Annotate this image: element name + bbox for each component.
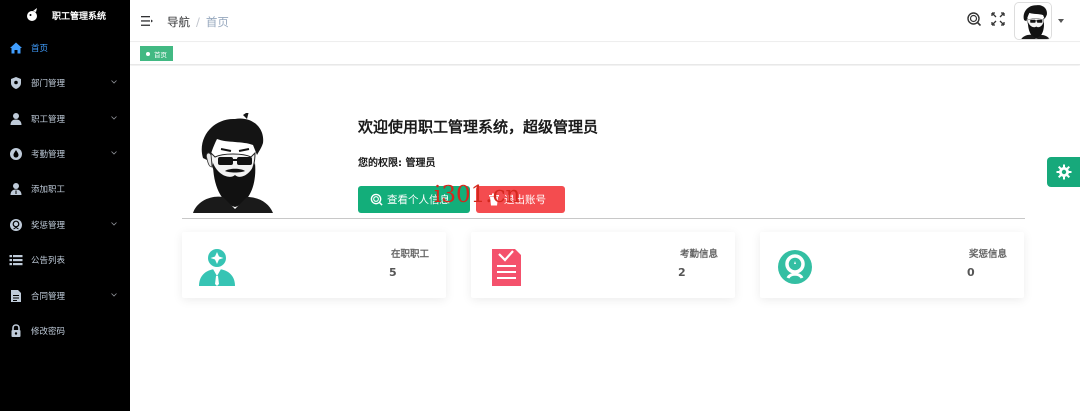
divider bbox=[182, 218, 1025, 219]
search-icon bbox=[370, 193, 383, 206]
stat-card-employees[interactable]: 在职职工 5 bbox=[182, 232, 446, 298]
stat-card-value: 2 bbox=[678, 266, 686, 279]
breadcrumb-root[interactable]: 导航 bbox=[167, 15, 190, 29]
profile-avatar bbox=[183, 113, 275, 213]
sidebar-item-label: 奖惩管理 bbox=[31, 221, 66, 231]
stat-card-value: 5 bbox=[389, 266, 397, 279]
brand[interactable]: 职工管理系统 bbox=[0, 0, 130, 30]
attendance-doc-icon bbox=[492, 249, 521, 286]
stat-card-label: 奖惩信息 bbox=[968, 249, 1007, 260]
list-icon bbox=[9, 255, 23, 266]
gear-icon bbox=[1056, 164, 1071, 180]
brand-title: 职工管理系统 bbox=[52, 11, 107, 22]
tags-bar: 首页 bbox=[130, 43, 1080, 65]
stat-card-rewards[interactable]: 奖惩信息 0 bbox=[760, 232, 1024, 298]
sidebar-item-label: 职工管理 bbox=[31, 115, 66, 125]
employee-icon bbox=[199, 249, 235, 286]
sidebar-item-reward[interactable]: 奖惩管理 bbox=[0, 208, 130, 242]
breadcrumb: 导航 / 首页 bbox=[167, 14, 229, 30]
sidebar-item-announcements[interactable]: 公告列表 bbox=[0, 243, 130, 277]
breadcrumb-current: 首页 bbox=[205, 15, 229, 29]
tag-dot-icon bbox=[146, 51, 150, 56]
lock-icon bbox=[11, 324, 21, 337]
main-content: 欢迎使用职工管理系统，超级管理员 您的权限: 管理员 查看个人信息 退出账号 i… bbox=[130, 66, 1080, 411]
sidebar-item-label: 首页 bbox=[31, 44, 49, 54]
settings-button[interactable] bbox=[1047, 157, 1080, 187]
chevron-down-icon bbox=[111, 116, 117, 120]
sidebar-item-label: 考勤管理 bbox=[31, 150, 66, 160]
avatar-image bbox=[1016, 3, 1051, 39]
sidebar-item-contract[interactable]: 合同管理 bbox=[0, 279, 130, 313]
avatar[interactable] bbox=[1014, 2, 1052, 40]
sidebar-item-attendance[interactable]: 考勤管理 bbox=[0, 137, 130, 171]
sidebar-item-add-employee[interactable]: 添加职工 bbox=[0, 172, 130, 206]
home-icon bbox=[10, 42, 22, 54]
stat-card-value: 0 bbox=[967, 266, 975, 279]
permission-label: 您的权限: 管理员 bbox=[358, 158, 436, 169]
sidebar-item-label: 修改密码 bbox=[31, 327, 66, 337]
shield-icon bbox=[11, 77, 21, 89]
search-icon[interactable] bbox=[967, 12, 981, 26]
chevron-down-icon bbox=[111, 293, 117, 297]
stat-card-label: 考勤信息 bbox=[679, 249, 718, 260]
stat-card-attendance[interactable]: 考勤信息 2 bbox=[471, 232, 735, 298]
fullscreen-icon[interactable] bbox=[991, 12, 1005, 26]
header: 导航 / 首页 bbox=[130, 0, 1080, 42]
chevron-down-icon bbox=[111, 222, 117, 226]
tag-label: 首页 bbox=[154, 50, 167, 59]
welcome-title: 欢迎使用职工管理系统，超级管理员 bbox=[358, 118, 599, 136]
hamburger-icon[interactable] bbox=[141, 15, 153, 27]
logo-icon bbox=[27, 8, 37, 21]
document-icon bbox=[11, 290, 21, 302]
chevron-down-icon bbox=[111, 151, 117, 155]
tag-home[interactable]: 首页 bbox=[140, 46, 173, 61]
sidebar-item-change-password[interactable]: 修改密码 bbox=[0, 314, 130, 348]
award-icon bbox=[10, 219, 22, 231]
sidebar-item-department[interactable]: 部门管理 bbox=[0, 66, 130, 100]
drop-icon bbox=[10, 148, 22, 160]
sidebar-item-home[interactable]: 首页 bbox=[0, 31, 130, 65]
stat-card-label: 在职职工 bbox=[390, 249, 429, 260]
sidebar-item-label: 合同管理 bbox=[31, 292, 66, 302]
caret-down-icon[interactable] bbox=[1058, 19, 1064, 23]
sidebar-item-label: 部门管理 bbox=[31, 79, 66, 89]
watermark: i301.cn bbox=[434, 182, 521, 208]
chevron-down-icon bbox=[111, 80, 117, 84]
sidebar-item-label: 公告列表 bbox=[31, 256, 66, 266]
breadcrumb-separator: / bbox=[196, 15, 200, 29]
reward-icon bbox=[778, 250, 812, 284]
user-icon bbox=[10, 113, 22, 125]
user-add-icon bbox=[10, 183, 22, 195]
sidebar-item-employee[interactable]: 职工管理 bbox=[0, 102, 130, 136]
sidebar: 职工管理系统 首页 部门管理 职工管理 考勤管理 添加职工 奖惩管理 公告列表 … bbox=[0, 0, 130, 411]
sidebar-item-label: 添加职工 bbox=[31, 185, 66, 195]
